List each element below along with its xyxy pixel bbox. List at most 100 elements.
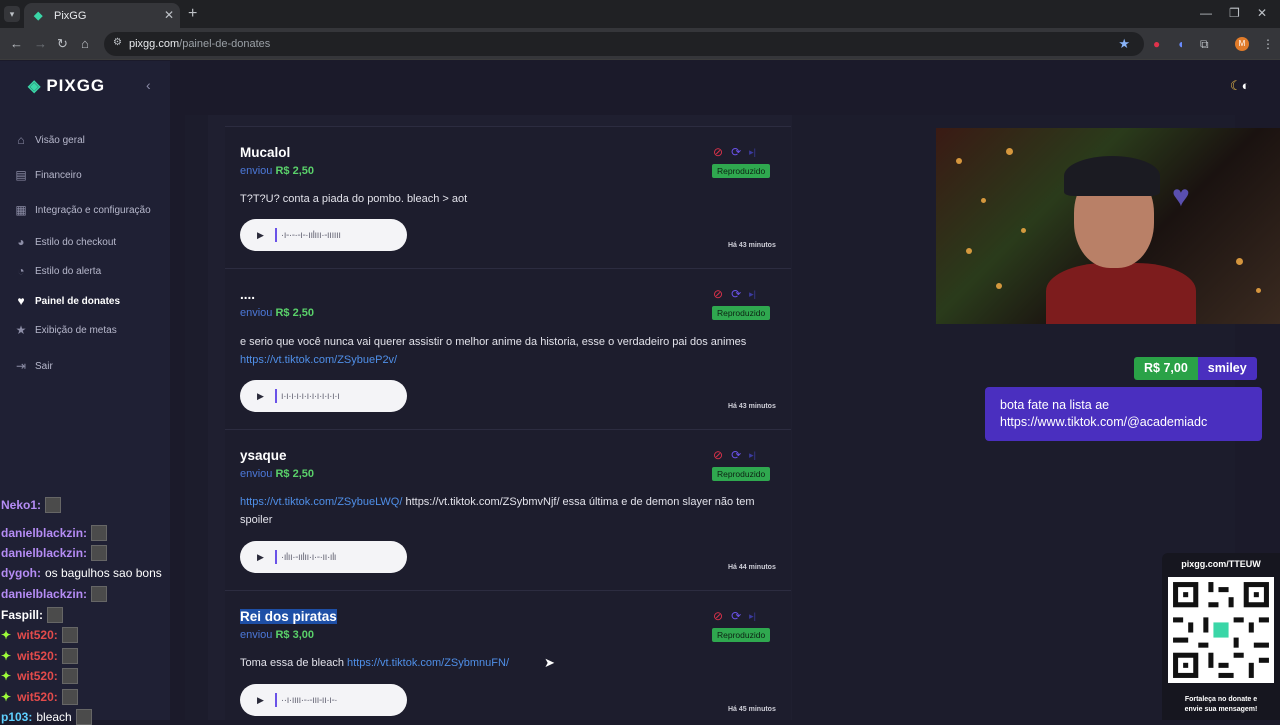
sidebar-item-visao-geral[interactable]: ⌂ Visão geral <box>14 133 85 147</box>
alert-donor: smiley <box>1197 357 1257 380</box>
emote-icon <box>75 709 92 725</box>
play-icon[interactable]: ▶ <box>257 230 264 241</box>
emote-icon <box>61 647 78 664</box>
emote-icon <box>61 688 78 705</box>
donation-message: e serio que você nunca vai querer assist… <box>240 336 747 366</box>
status-badge: Reproduzido <box>712 628 771 642</box>
mouse-cursor-icon: ➤ <box>544 655 555 670</box>
donation-amount-line: enviou R$ 3,00 <box>240 629 315 641</box>
replay-icon[interactable]: ⟳ <box>731 609 741 623</box>
reload-icon[interactable]: ↻ <box>57 36 68 52</box>
donation-card: Mucalol enviou R$ 2,50 ⊘ ⟳ ▸| Reproduzid… <box>225 126 791 268</box>
donation-amount-line: enviou R$ 2,50 <box>240 307 315 319</box>
donation-time: Há 43 minutos <box>728 242 776 249</box>
block-icon[interactable]: ⊘ <box>713 287 723 301</box>
browser-tab[interactable]: ◆ PixGG ✕ <box>24 3 180 28</box>
sidebar-item-estilo-checkout[interactable]: ◕ Estilo do checkout <box>14 235 116 249</box>
restore-icon[interactable]: ❐ <box>1229 6 1240 20</box>
skip-icon[interactable]: ▸| <box>749 287 756 301</box>
playhead[interactable] <box>274 389 277 403</box>
extensions-puzzle-icon[interactable]: ⧉ <box>1200 37 1209 52</box>
donor-name: Mucalol <box>240 145 291 160</box>
home-icon[interactable]: ⌂ <box>81 36 89 51</box>
status-badge: Reproduzido <box>712 164 771 178</box>
site-info-icon[interactable]: ⚙ <box>113 37 122 48</box>
extension-red-icon[interactable]: ● <box>1153 37 1160 51</box>
wallet-icon: ▤ <box>15 168 27 182</box>
emote-icon <box>45 497 62 513</box>
donation-time: Há 44 minutos <box>728 564 776 571</box>
star-icon: ★ <box>15 323 27 337</box>
donor-name: ysaque <box>240 448 287 463</box>
playhead[interactable] <box>274 693 277 707</box>
menu-kebab-icon[interactable]: ⋮ <box>1262 37 1274 51</box>
block-icon[interactable]: ⊘ <box>713 609 723 623</box>
palette-icon: ◔ <box>17 264 25 278</box>
emote-icon <box>61 627 78 643</box>
sidebar-item-sair[interactable]: ⇥ Sair <box>14 359 53 373</box>
sidebar-item-financeiro[interactable]: ▤ Financeiro <box>14 168 81 182</box>
message-link[interactable]: https://vt.tiktok.com/ZSybueLWQ/ <box>240 496 402 508</box>
message-link[interactable]: https://vt.tiktok.com/ZSybueP2v/ <box>240 354 397 366</box>
block-icon[interactable]: ⊘ <box>713 448 723 462</box>
sidebar-item-painel-donates[interactable]: ♥ Painel de donates <box>14 294 120 308</box>
skip-icon[interactable]: ▸| <box>749 448 756 462</box>
collapse-sidebar-icon[interactable]: ‹ <box>146 77 151 93</box>
chat-username: danielblackzin: <box>1 546 88 560</box>
palette-icon: ◕ <box>17 235 25 249</box>
sidebar-item-label: Integração e configuração <box>35 204 151 216</box>
waveform: ·ı-·-·-ı-·ıılııı·-ıııııı <box>280 229 341 241</box>
tab-list-button[interactable]: ▾ <box>4 6 20 22</box>
skip-icon[interactable]: ▸| <box>749 609 756 623</box>
replay-icon[interactable]: ⟳ <box>731 287 741 301</box>
sidebar-item-label: Estilo do alerta <box>35 265 102 277</box>
chat-username: danielblackzin: <box>1 587 88 601</box>
audio-player[interactable]: ▶ ı·ı·ı·ı·ı·ı·ı·ı·ı·ı·ı·ı <box>240 380 407 412</box>
donation-amount: R$ 2,50 <box>275 307 315 319</box>
chat-username: Neko1: <box>1 498 42 512</box>
playhead[interactable] <box>274 550 277 564</box>
skip-icon[interactable]: ▸| <box>749 145 756 159</box>
donation-time: Há 43 minutos <box>728 403 776 410</box>
sidebar-item-label: Painel de donates <box>35 295 121 307</box>
audio-player[interactable]: ▶ ··ı·ıııı·-·-ııı-ıı·ı-· <box>240 684 407 716</box>
waveform: ·ılıı·-ıılıı·ı·-·ıı·ılı <box>280 551 337 563</box>
sidebar-item-label: Sair <box>35 360 53 372</box>
donate-icon: ♥ <box>17 294 25 308</box>
brand-logo[interactable]: ◈ PIXGG <box>28 76 105 96</box>
sidebar-item-label: Estilo do checkout <box>35 236 117 248</box>
minimize-icon[interactable]: — <box>1200 6 1212 20</box>
sidebar-item-label: Visão geral <box>35 134 85 146</box>
audio-player[interactable]: ▶ ·ı-·-·-ı-·ıılııı·-ıııııı <box>240 219 407 251</box>
replay-icon[interactable]: ⟳ <box>731 448 741 462</box>
play-icon[interactable]: ▶ <box>257 391 264 402</box>
bookmark-star-icon[interactable]: ★ <box>1118 36 1130 52</box>
block-icon[interactable]: ⊘ <box>713 145 723 159</box>
tab-title: PixGG <box>54 9 87 22</box>
chat-message: dygoh: os bagulhos sao bons <box>1 566 162 580</box>
close-window-icon[interactable]: ✕ <box>1257 6 1267 20</box>
extension-audio-icon[interactable]: ◖ <box>1177 37 1184 51</box>
chat-message: Neko1: <box>1 497 62 513</box>
home-icon: ⌂ <box>17 133 25 147</box>
back-icon[interactable]: ← <box>10 36 23 51</box>
address-bar[interactable]: ⚙ pixgg.com/painel-de-donates ★ <box>104 32 1144 56</box>
play-icon[interactable]: ▶ <box>257 695 264 706</box>
forward-icon[interactable]: → <box>34 36 47 51</box>
theme-toggle-moon-icon[interactable]: ☾◐ <box>1230 78 1250 94</box>
chat-message: danielblackzin: <box>1 586 108 602</box>
replay-icon[interactable]: ⟳ <box>731 145 741 159</box>
audio-player[interactable]: ▶ ·ılıı·-ıılıı·ı·-·ıı·ılı <box>240 541 407 573</box>
play-icon[interactable]: ▶ <box>257 552 264 563</box>
close-tab-icon[interactable]: ✕ <box>164 8 174 22</box>
emote-icon <box>91 586 108 602</box>
new-tab-button[interactable]: + <box>188 5 197 23</box>
donation-alert-message: bota fate na lista ae https://www.tiktok… <box>985 387 1262 441</box>
message-link[interactable]: https://vt.tiktok.com/ZSybmnuFN/ <box>347 657 509 669</box>
playhead[interactable] <box>274 228 277 242</box>
waveform: ı·ı·ı·ı·ı·ı·ı·ı·ı·ı·ı·ı <box>280 390 340 402</box>
sidebar-item-integracao[interactable]: ▦ Integração e configuração <box>14 203 151 217</box>
profile-avatar[interactable]: M <box>1235 37 1249 51</box>
sidebar-item-estilo-alerta[interactable]: ◔ Estilo do alerta <box>14 264 101 278</box>
sidebar-item-exibicao-metas[interactable]: ★ Exibição de metas <box>14 323 117 337</box>
